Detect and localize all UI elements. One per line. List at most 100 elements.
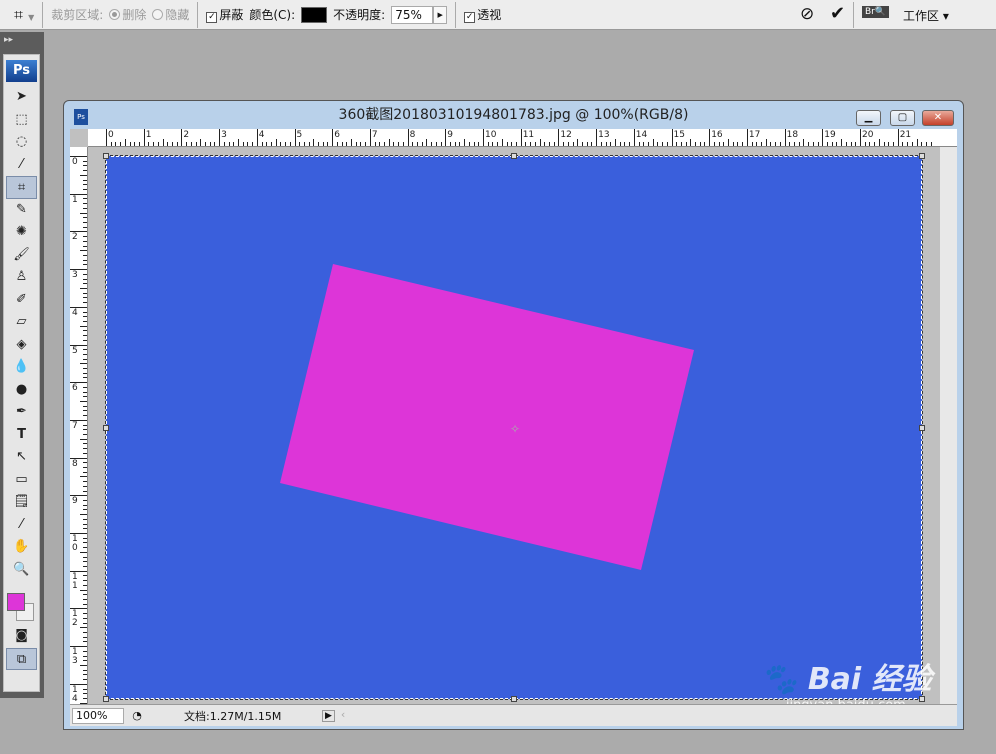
zoom-level-field[interactable]: 100% (72, 707, 124, 724)
shield-checkbox[interactable]: ✓ 屏蔽 (206, 6, 243, 23)
ruler-label: 10 (485, 130, 497, 140)
shield-color-swatch[interactable] (301, 6, 328, 23)
quick-selection-tool-icon[interactable]: ⁄ (4, 154, 39, 177)
ruler-label: 4 (72, 307, 78, 318)
notes-tool-icon[interactable]: 🗒 (4, 491, 39, 514)
move-tool-icon[interactable]: ➤ (4, 86, 39, 109)
ruler-tick (558, 129, 560, 146)
ruler-label: 1 (72, 194, 78, 205)
crop-handle[interactable] (103, 425, 109, 431)
type-tool-icon[interactable]: T (4, 424, 39, 447)
ruler-label: 15 (673, 130, 685, 140)
ruler-label: 17 (748, 130, 761, 140)
opacity-input[interactable]: 75% (391, 5, 434, 24)
close-button[interactable]: ✕ (922, 110, 954, 126)
ruler-label: 4 (258, 130, 265, 140)
crop-handle[interactable] (103, 696, 109, 702)
ruler-tick (256, 129, 258, 146)
color-label: 颜色(C): (249, 8, 296, 22)
expand-icon[interactable]: ▸▸ (4, 35, 13, 45)
ruler-tick (407, 129, 409, 146)
crop-area-label: 裁剪区域: (51, 8, 104, 22)
ps-logo: Ps (6, 60, 37, 82)
window-title: 360截图20180310194801783.jpg @ 100%(RGB/8) (338, 107, 689, 123)
ruler-label: 18 (786, 130, 799, 140)
eyedropper-tool-icon[interactable]: ⁄ (4, 514, 39, 537)
dodge-tool-icon[interactable]: ● (4, 379, 39, 402)
ruler-tick (445, 129, 447, 146)
crop-handle[interactable] (919, 153, 925, 159)
ruler-label: 3 (221, 130, 227, 140)
crop-tool-icon[interactable]: ⌗ (6, 176, 37, 199)
crop-handle[interactable] (511, 153, 517, 159)
stamp-tool-icon[interactable]: ♙ (4, 266, 39, 289)
document-area: 0 1 2 3 4 5 6 7 8 9 10 11 12 13 14 15 16 17 18 19 20 21 01234… (70, 129, 957, 726)
crop-handle[interactable] (919, 425, 925, 431)
path-selection-tool-icon[interactable]: ↖ (4, 446, 39, 469)
document-info: 文档:1.27M/1.15M (184, 709, 282, 723)
ruler-tick (520, 129, 522, 146)
status-bar: 100% ◔ 文档:1.27M/1.15M ▶ ‹ (70, 704, 957, 726)
ruler-label: 5 (296, 130, 303, 140)
commit-check-icon[interactable]: ✔ (830, 3, 845, 24)
ruler-label: 11 (522, 130, 535, 140)
ruler-label: 20 (862, 130, 874, 140)
ruler-label: 19 (824, 130, 836, 140)
ruler-tick (709, 129, 711, 146)
crop-handle[interactable] (511, 696, 517, 702)
ruler-tick (181, 129, 183, 146)
ruler-label: 12 (560, 130, 572, 140)
ruler-label: 8 (72, 458, 78, 469)
crop-handle[interactable] (103, 153, 109, 159)
ruler-tick (822, 129, 824, 146)
ruler-tick (746, 129, 748, 146)
horizontal-scrollbar[interactable]: ‹ (335, 708, 957, 724)
ruler-label: 0 (108, 130, 114, 140)
ruler-tick (332, 129, 334, 146)
status-menu-arrow[interactable]: ▶ (322, 709, 335, 722)
eraser-tool-icon[interactable]: ▱ (4, 311, 39, 334)
hand-tool-icon[interactable]: ✋ (4, 536, 39, 559)
delete-radio[interactable]: 删除 (109, 6, 146, 23)
status-options-icon[interactable]: ◔ (130, 709, 144, 722)
bridge-icon[interactable]: Br🔍 (862, 6, 890, 18)
shape-tool-icon[interactable]: ▭ (4, 469, 39, 492)
quick-mask-icon[interactable]: ◙ (4, 625, 39, 648)
pen-tool-icon[interactable]: ✒ (4, 401, 39, 424)
ruler-label: 2 (183, 130, 190, 140)
zoom-tool-icon[interactable]: 🔍 (4, 559, 39, 582)
ruler-tick (860, 129, 861, 146)
ruler-label: 6 (72, 383, 78, 394)
slice-tool-icon[interactable]: ✎ (4, 199, 39, 222)
marquee-tool-icon[interactable]: ⬚ (4, 109, 39, 132)
brush-tool-icon[interactable]: 🖌 (4, 244, 39, 267)
cancel-icon[interactable]: ⊘ (800, 4, 814, 24)
ruler-label: 0 (72, 157, 78, 167)
ruler-label: 2 (72, 232, 78, 243)
perspective-checkbox[interactable]: ✓ 透视 (464, 6, 501, 23)
paint-bucket-tool-icon[interactable]: ◈ (4, 334, 39, 357)
ruler-tick (784, 129, 786, 146)
lasso-tool-icon[interactable]: ◌ (4, 131, 39, 154)
opacity-slider-arrow[interactable]: ▶ (433, 5, 448, 24)
healing-tool-icon[interactable]: ✺ (4, 221, 39, 244)
ruler-label: 7 (72, 420, 78, 431)
maximize-button[interactable]: ▢ (890, 110, 915, 126)
vertical-scrollbar[interactable] (940, 147, 957, 704)
toolbox: ▸▸ Ps ➤ ⬚ ◌ ⁄ ⌗ ✎ ✺ 🖌 ♙ ✐ ▱ ◈ 💧 ● ✒ T ↖ … (0, 32, 44, 698)
foreground-color-swatch[interactable] (7, 593, 25, 611)
blur-tool-icon[interactable]: 💧 (4, 356, 39, 379)
minimize-button[interactable]: ▁ (856, 110, 881, 126)
workspace-menu[interactable]: 工作区 ▾ (903, 7, 949, 24)
ruler-label: 11 (72, 571, 78, 591)
ruler-label: 3 (72, 270, 78, 281)
history-brush-tool-icon[interactable]: ✐ (4, 289, 39, 312)
ruler-top: 0 1 2 3 4 5 6 7 8 9 10 11 12 13 14 15 16 17 18 19 20 21 (88, 129, 957, 147)
ruler-tick (219, 129, 221, 146)
ruler-label: 14 (635, 130, 648, 140)
hide-radio[interactable]: 隐藏 (152, 6, 189, 23)
screen-mode-icon[interactable]: ⧉ (6, 647, 37, 670)
ruler-label: 9 (72, 496, 78, 507)
crop-tool-icon[interactable]: ⌗ ▼ (14, 5, 34, 25)
image-canvas[interactable]: ✧ (103, 153, 925, 702)
